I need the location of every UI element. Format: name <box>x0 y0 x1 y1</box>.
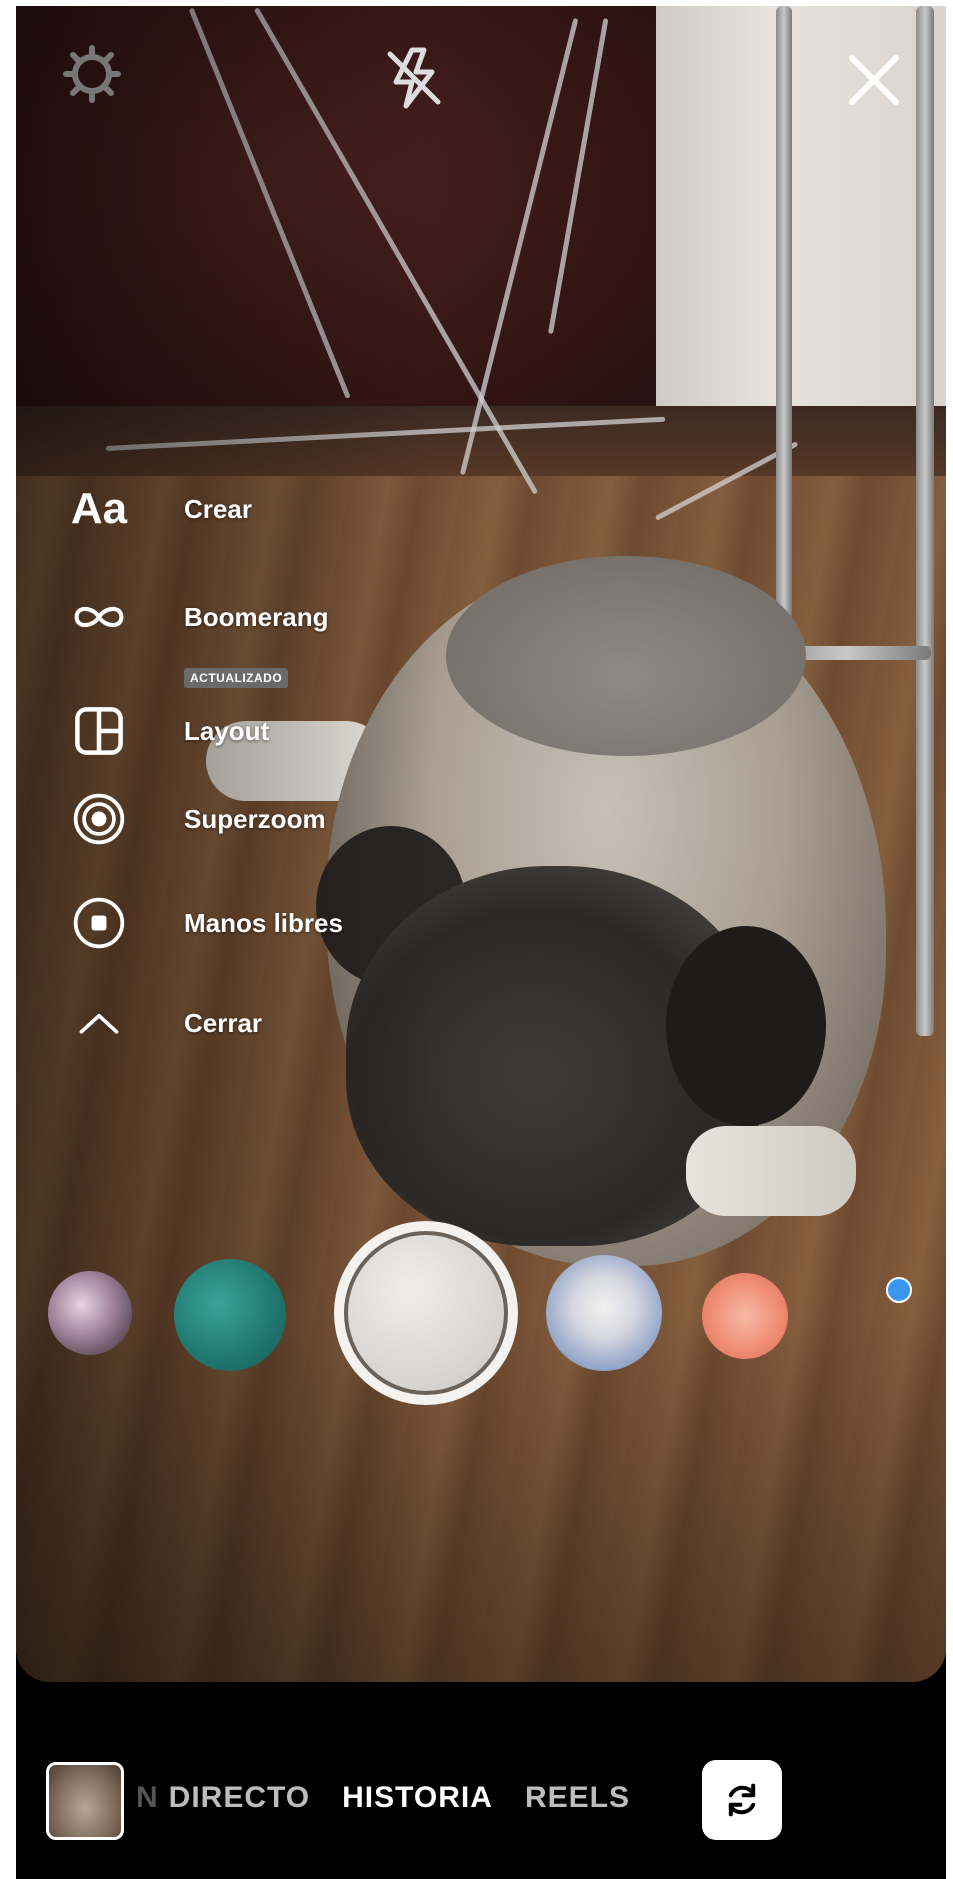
superzoom-icon-svg <box>73 793 125 845</box>
menu-item-cerrar[interactable]: Cerrar <box>56 988 456 1058</box>
menu-item-superzoom[interactable]: Superzoom <box>56 784 456 854</box>
menu-item-crear[interactable]: Aa Crear <box>56 474 456 544</box>
gallery-thumbnail[interactable] <box>46 1762 124 1840</box>
phone-frame: Aa Crear Boomerang ACTUALIZADO Layout Su… <box>16 6 946 1879</box>
layout-icon <box>56 699 142 763</box>
pug-ear <box>666 926 826 1126</box>
camera-flip-icon <box>728 1783 756 1817</box>
effect-thumbnail[interactable] <box>702 1273 788 1359</box>
infinity-icon <box>56 585 142 649</box>
camera-preview: Aa Crear Boomerang ACTUALIZADO Layout Su… <box>16 6 946 1682</box>
shutter-inner <box>344 1231 508 1395</box>
chevron-up-icon-svg <box>79 1013 119 1034</box>
flash-off-icon-svg <box>387 47 441 109</box>
mode-tab-reels[interactable]: REELS <box>525 1781 630 1815</box>
mode-tab-directo[interactable]: DIRECTO <box>169 1781 310 1815</box>
camera-flip-button[interactable] <box>702 1760 782 1840</box>
menu-item-boomerang[interactable]: Boomerang <box>56 582 456 652</box>
metal-pole <box>916 6 934 1036</box>
superzoom-icon <box>56 787 142 851</box>
close-icon[interactable] <box>842 48 906 112</box>
aa-glyph: Aa <box>70 484 128 533</box>
gear-icon-svg <box>63 45 121 103</box>
bottom-bar: N DIRECTO HISTORIA REELS <box>16 1682 946 1879</box>
infinity-icon-svg <box>74 606 124 628</box>
record-icon <box>56 891 142 955</box>
record-icon-svg <box>73 897 125 949</box>
layout-icon-svg <box>75 707 123 755</box>
gear-icon[interactable] <box>60 42 124 106</box>
menu-label: Cerrar <box>184 1007 263 1038</box>
close-icon-svg <box>849 55 899 105</box>
mode-selector: N DIRECTO HISTORIA REELS <box>136 1778 662 1818</box>
updated-badge: ACTUALIZADO <box>184 668 289 688</box>
effect-thumbnail[interactable] <box>174 1259 286 1371</box>
menu-label: Boomerang <box>184 601 329 632</box>
effect-thumbnail[interactable] <box>546 1255 662 1371</box>
menu-label: Manos libres <box>184 907 343 938</box>
text-aa-icon: Aa <box>56 477 142 541</box>
pug-back <box>446 556 806 756</box>
flash-off-icon[interactable] <box>382 46 446 110</box>
menu-label: Crear <box>184 493 252 524</box>
effects-tray <box>16 1221 946 1405</box>
menu-item-manos-libres[interactable]: Manos libres <box>56 888 456 958</box>
mode-tab-historia[interactable]: HISTORIA <box>342 1781 493 1815</box>
pug-paw <box>686 1126 856 1216</box>
menu-label: Layout <box>184 715 270 746</box>
chevron-up-icon <box>56 991 142 1055</box>
effect-thumbnail[interactable] <box>48 1271 132 1355</box>
menu-label: Superzoom <box>184 803 326 834</box>
metal-pole <box>776 6 792 646</box>
mode-tab-hidden[interactable]: N <box>136 1781 159 1815</box>
new-effect-indicator <box>886 1277 912 1303</box>
menu-item-layout[interactable]: ACTUALIZADO Layout <box>56 668 456 766</box>
